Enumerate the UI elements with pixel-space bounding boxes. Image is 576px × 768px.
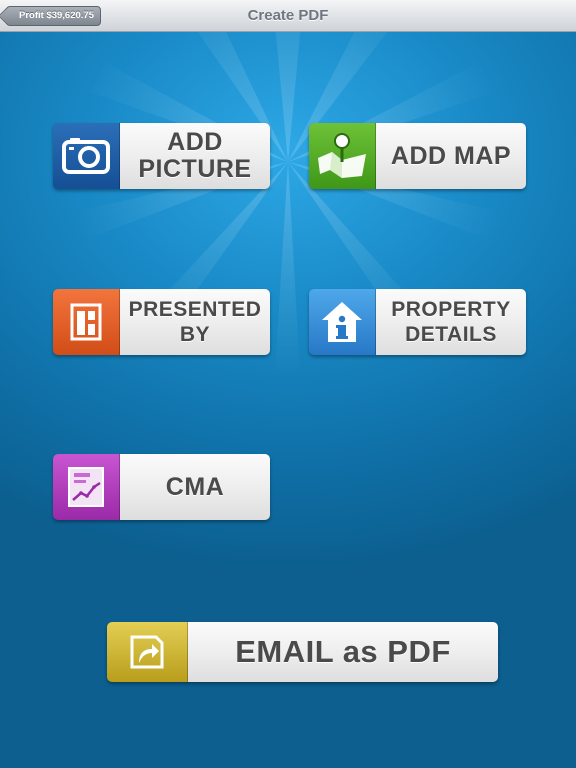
agent-card-icon <box>70 303 102 341</box>
property-details-label: PROPERTY DETAILS <box>391 298 511 346</box>
cma-label: CMA <box>165 472 225 501</box>
add-map-label: ADD MAP <box>390 141 512 170</box>
add-map-label-box: ADD MAP <box>376 123 526 189</box>
add-map-icon-box <box>309 123 376 189</box>
presented-by-label: PRESENTED BY <box>128 298 262 346</box>
chart-document-icon <box>68 467 104 507</box>
share-arrow-icon <box>130 635 164 669</box>
add-picture-label: ADD PICTURE <box>138 128 252 183</box>
camera-icon <box>62 138 110 174</box>
page-title: Create PDF <box>247 7 329 24</box>
cma-label-box: CMA <box>120 454 270 520</box>
property-details-label-box: PROPERTY DETAILS <box>376 289 526 355</box>
add-picture-icon-box <box>53 123 120 189</box>
background-rays <box>75 32 500 372</box>
email-pdf-label-box: EMAIL as PDF <box>188 622 498 682</box>
navigation-bar: Profit $39,620.75 Create PDF <box>0 0 576 32</box>
email-pdf-icon-box <box>107 622 188 682</box>
presented-by-label-box: PRESENTED BY <box>120 289 270 355</box>
presented-by-icon-box <box>53 289 120 355</box>
presented-by-button[interactable]: PRESENTED BY <box>53 289 270 355</box>
house-info-icon <box>322 302 362 342</box>
email-as-pdf-label: EMAIL as PDF <box>235 634 451 669</box>
cma-button[interactable]: CMA <box>53 454 270 520</box>
property-details-icon-box <box>309 289 376 355</box>
map-pin-icon <box>318 133 366 178</box>
add-map-button[interactable]: ADD MAP <box>309 123 526 189</box>
property-details-button[interactable]: PROPERTY DETAILS <box>309 289 526 355</box>
email-as-pdf-button[interactable]: EMAIL as PDF <box>107 622 498 682</box>
add-picture-button[interactable]: ADD PICTURE <box>53 123 270 189</box>
cma-icon-box <box>53 454 120 520</box>
add-picture-label-box: ADD PICTURE <box>120 123 270 189</box>
